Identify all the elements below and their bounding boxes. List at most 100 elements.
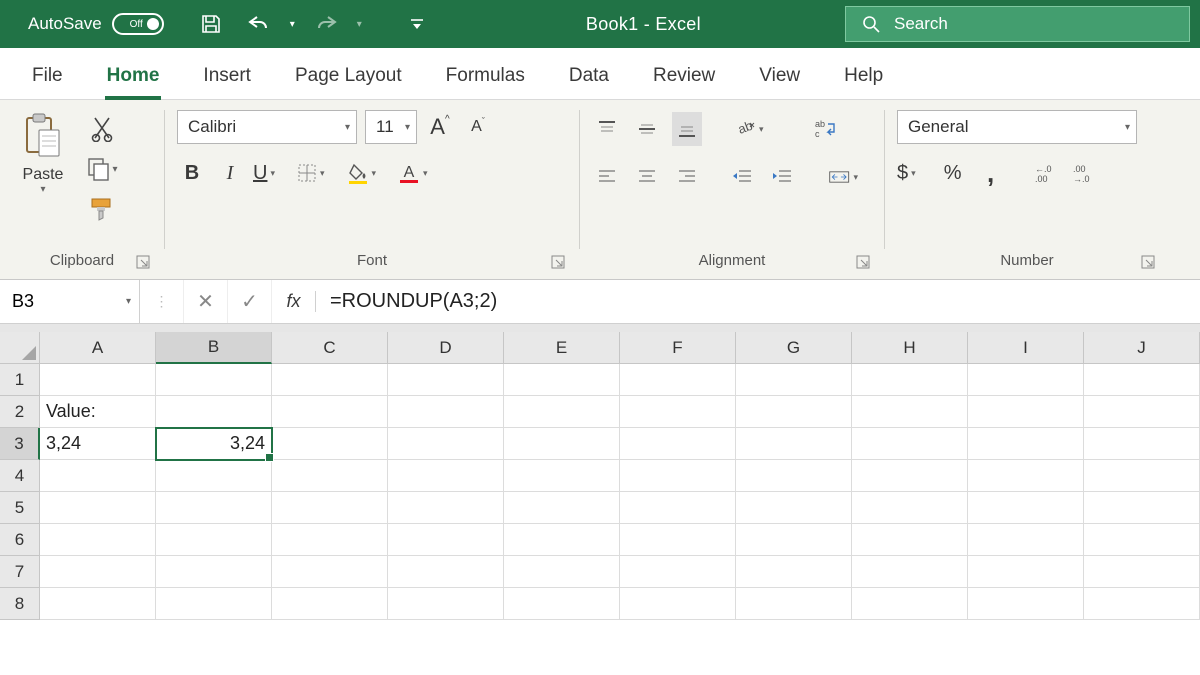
fill-color-button[interactable]: ▾ (347, 156, 391, 190)
cell-h3[interactable] (852, 428, 968, 460)
cell-i2[interactable] (968, 396, 1084, 428)
cell-h8[interactable] (852, 588, 968, 620)
cell-i3[interactable] (968, 428, 1084, 460)
column-header-c[interactable]: C (272, 332, 388, 364)
worksheet-grid[interactable]: A B C D E F G H I J 1 2 Value: 3 3,243,2… (0, 332, 1200, 620)
italic-button[interactable]: I (215, 156, 245, 190)
align-middle-button[interactable] (632, 112, 662, 146)
cell-f4[interactable] (620, 460, 736, 492)
cell-d3[interactable] (388, 428, 504, 460)
cell-e1[interactable] (504, 364, 620, 396)
select-all-button[interactable] (0, 332, 40, 364)
align-center-button[interactable] (632, 160, 662, 194)
copy-dropdown-icon[interactable]: ▾ (112, 164, 117, 175)
name-box[interactable]: B3 ▾ (0, 280, 140, 323)
decrease-indent-button[interactable] (727, 160, 757, 194)
accounting-format-button[interactable]: $▾ (897, 156, 930, 190)
cell-f1[interactable] (620, 364, 736, 396)
enter-formula-button[interactable]: ✓ (228, 280, 272, 323)
cell-j6[interactable] (1084, 524, 1200, 556)
cell-c4[interactable] (272, 460, 388, 492)
merge-center-button[interactable]: ▾ (828, 160, 872, 194)
borders-button[interactable]: ▾ (297, 156, 339, 190)
cell-h1[interactable] (852, 364, 968, 396)
cell-h5[interactable] (852, 492, 968, 524)
tab-data[interactable]: Data (567, 55, 611, 99)
font-name-combo[interactable]: Calibri ▾ (177, 110, 357, 144)
cell-j4[interactable] (1084, 460, 1200, 492)
decrease-decimal-button[interactable]: .00→.0 (1070, 156, 1100, 190)
cell-j2[interactable] (1084, 396, 1200, 428)
cell-e3[interactable] (504, 428, 620, 460)
cell-j5[interactable] (1084, 492, 1200, 524)
cell-d8[interactable] (388, 588, 504, 620)
tab-help[interactable]: Help (842, 55, 885, 99)
cell-f2[interactable] (620, 396, 736, 428)
cell-c1[interactable] (272, 364, 388, 396)
cell-d7[interactable] (388, 556, 504, 588)
orientation-button[interactable]: ab▾ (734, 112, 778, 146)
cell-e5[interactable] (504, 492, 620, 524)
cell-f6[interactable] (620, 524, 736, 556)
cell-j1[interactable] (1084, 364, 1200, 396)
cell-f3[interactable] (620, 428, 736, 460)
number-dialog-launcher[interactable] (1141, 255, 1157, 271)
column-header-d[interactable]: D (388, 332, 504, 364)
cell-b2[interactable] (156, 396, 272, 428)
tab-review[interactable]: Review (651, 55, 717, 99)
toggle-switch[interactable]: Off (112, 13, 164, 35)
cell-a8[interactable] (40, 588, 156, 620)
cell-d6[interactable] (388, 524, 504, 556)
cell-i8[interactable] (968, 588, 1084, 620)
paste-button[interactable]: Paste ▾ (12, 110, 74, 247)
cell-d1[interactable] (388, 364, 504, 396)
tab-file[interactable]: File (30, 55, 65, 99)
copy-button[interactable]: ▾ (82, 152, 122, 186)
increase-decimal-button[interactable]: ←.0.00 (1032, 156, 1062, 190)
cell-b6[interactable] (156, 524, 272, 556)
alignment-dialog-launcher[interactable] (856, 255, 872, 271)
cell-d4[interactable] (388, 460, 504, 492)
tab-formulas[interactable]: Formulas (444, 55, 527, 99)
increase-indent-button[interactable] (767, 160, 797, 194)
cell-d2[interactable] (388, 396, 504, 428)
row-header-2[interactable]: 2 (0, 396, 40, 428)
tab-page-layout[interactable]: Page Layout (293, 55, 404, 99)
column-header-e[interactable]: E (504, 332, 620, 364)
cell-g5[interactable] (736, 492, 852, 524)
cell-a4[interactable] (40, 460, 156, 492)
cell-c8[interactable] (272, 588, 388, 620)
row-header-6[interactable]: 6 (0, 524, 40, 556)
cut-button[interactable] (82, 112, 122, 146)
cell-b1[interactable] (156, 364, 272, 396)
undo-dropdown-icon[interactable]: ▾ (290, 19, 295, 30)
cell-i4[interactable] (968, 460, 1084, 492)
cell-h6[interactable] (852, 524, 968, 556)
fx-label[interactable]: fx (272, 291, 316, 312)
cell-b7[interactable] (156, 556, 272, 588)
cell-i1[interactable] (968, 364, 1084, 396)
redo-dropdown-icon[interactable]: ▾ (357, 19, 362, 30)
font-size-combo[interactable]: 11 ▾ (365, 110, 417, 144)
cell-a1[interactable] (40, 364, 156, 396)
formula-options-button[interactable]: ⋮ (140, 280, 184, 323)
cell-e7[interactable] (504, 556, 620, 588)
column-header-h[interactable]: H (852, 332, 968, 364)
cell-g7[interactable] (736, 556, 852, 588)
font-dialog-launcher[interactable] (551, 255, 567, 271)
cell-a3[interactable]: 3,24 (40, 428, 156, 460)
wrap-text-button[interactable]: abc (810, 112, 840, 146)
tab-insert[interactable]: Insert (201, 55, 253, 99)
undo-button[interactable] (242, 7, 276, 41)
cell-e4[interactable] (504, 460, 620, 492)
cell-h4[interactable] (852, 460, 968, 492)
cell-i5[interactable] (968, 492, 1084, 524)
align-top-button[interactable] (592, 112, 622, 146)
cell-a2[interactable]: Value: (40, 396, 156, 428)
autosave-toggle[interactable]: AutoSave Off (0, 13, 176, 35)
format-painter-button[interactable] (82, 192, 122, 226)
cell-i6[interactable] (968, 524, 1084, 556)
row-header-3[interactable]: 3 (0, 428, 40, 460)
customize-qat-button[interactable] (400, 7, 434, 41)
cell-b4[interactable] (156, 460, 272, 492)
